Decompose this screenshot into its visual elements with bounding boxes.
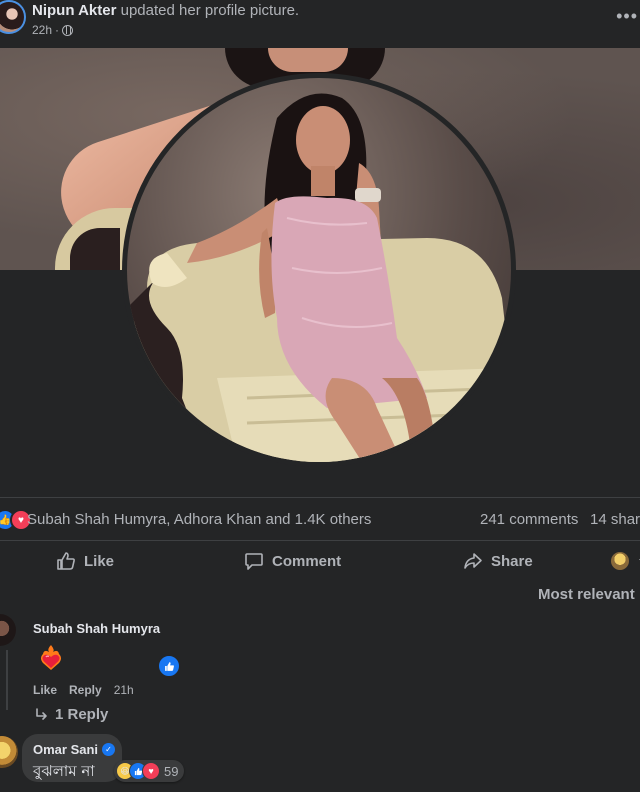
post-action-text: updated her profile picture. [120,2,300,19]
comment-label: Comment [272,552,342,570]
sort-label: Most relevant [538,586,635,603]
comment-actions: Like Reply 21h [33,683,134,697]
author-avatar[interactable] [0,0,26,34]
commenter-name[interactable]: Omar Sani [33,742,98,757]
globe-icon [62,24,74,36]
reaction-summary[interactable]: Subah Shah Humyra, Adhora Khan and 1.4K … [27,511,371,528]
like-label: Like [84,552,115,570]
share-icon [464,553,482,569]
divider-top [0,497,640,498]
cover-face [268,48,348,72]
thread-line [6,650,8,710]
thumbs-up-icon [164,661,174,671]
post-meta: 22h · [32,23,74,37]
commenter-name[interactable]: Subah Shah Humyra [33,621,160,636]
react-as-selector[interactable] [611,552,640,570]
share-label: Share [491,552,533,570]
replies-label: 1 Reply [55,706,109,723]
view-replies-button[interactable]: 1 Reply [35,706,108,723]
reply-arrow-icon [36,707,47,720]
like-button[interactable]: Like [56,551,114,571]
divider-actions [0,540,640,541]
meta-separator: · [55,23,60,37]
comment-text: বুঝলাম না [33,762,95,780]
reaction-count: 59 [164,763,179,779]
comment-like-button[interactable]: Like [33,683,57,697]
love-icon: ♥ [142,762,160,780]
comment-icon [245,553,263,570]
comment-time[interactable]: 21h [114,683,134,697]
shares-count[interactable]: 14 share [590,511,640,528]
comment-reactions[interactable]: 😆 ♥ 59 [114,760,185,782]
share-button[interactable]: Share [463,551,533,571]
post-time[interactable]: 22h [32,23,52,37]
comment-reply-button[interactable]: Reply [69,683,102,697]
commenter-avatar[interactable] [0,736,18,768]
author-name[interactable]: Nipun Akter [32,2,116,19]
commenter-name-row: Omar Sani ✓ [33,742,116,757]
more-options-icon[interactable]: ••• [616,6,638,27]
thumbs-up-icon [57,552,75,570]
heart-on-fire-emoji [41,645,61,670]
like-icon[interactable] [157,654,181,678]
profile-picture-art [127,93,511,462]
comment-button[interactable]: Comment [244,551,341,571]
verified-badge-icon: ✓ [102,743,116,756]
comment-sort-dropdown[interactable]: Most relevant [538,586,640,603]
profile-picture[interactable] [127,78,511,462]
page-avatar-icon [611,552,629,570]
commenter-avatar[interactable] [0,614,16,646]
comments-count[interactable]: 241 comments [480,511,578,528]
post-header: Nipun Akter updated her profile picture. [32,2,299,19]
